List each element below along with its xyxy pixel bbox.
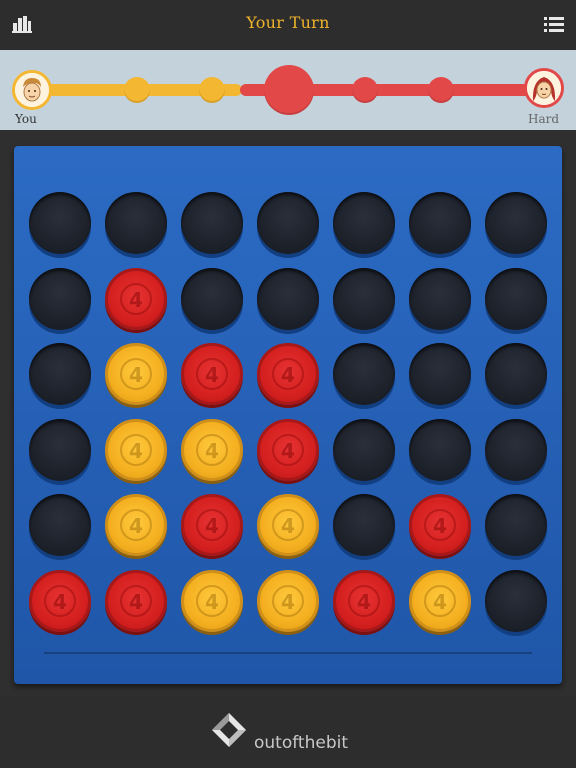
- board-slot-empty[interactable]: [181, 192, 243, 254]
- disc-4-icon: 4: [281, 363, 295, 387]
- board-slot-empty[interactable]: [485, 267, 547, 330]
- player-label-opponent: Hard: [528, 112, 560, 126]
- board-slot-empty[interactable]: [29, 343, 91, 405]
- player-label-you: You: [15, 112, 37, 126]
- disc-4-icon: 4: [129, 589, 143, 614]
- disc-yellow[interactable]: 4: [409, 569, 471, 632]
- disc-4-icon: 4: [281, 514, 295, 538]
- board-slot-empty[interactable]: [485, 418, 547, 481]
- disc-red[interactable]: 4: [257, 343, 319, 405]
- board-slot-empty[interactable]: [485, 569, 547, 632]
- disc-4-icon: 4: [281, 589, 295, 614]
- board-slot-empty[interactable]: [105, 192, 167, 254]
- disc-4-icon: 4: [129, 438, 143, 463]
- disc-4-icon: 4: [129, 514, 143, 538]
- disc-yellow[interactable]: 4: [181, 569, 243, 632]
- progress-node: [352, 77, 378, 103]
- disc-4-icon: 4: [433, 589, 447, 614]
- board-slot-empty[interactable]: [485, 192, 547, 254]
- board-slot-empty[interactable]: [409, 192, 471, 254]
- disc-4-icon: 4: [53, 589, 67, 614]
- brand-name: outofthebit: [254, 733, 349, 753]
- disc-red[interactable]: 4: [105, 569, 167, 632]
- boy-face-icon: [15, 73, 49, 107]
- board-slot-empty[interactable]: [257, 267, 319, 330]
- disc-4-icon: 4: [281, 438, 295, 463]
- disc-yellow[interactable]: 4: [181, 418, 243, 481]
- player-avatar-opponent: [524, 68, 564, 108]
- turn-title: Your Turn: [246, 13, 330, 32]
- board-slot-empty[interactable]: [409, 267, 471, 330]
- board-slot-empty[interactable]: [333, 343, 395, 405]
- disc-yellow[interactable]: 4: [105, 343, 167, 405]
- board-slot-empty[interactable]: [333, 494, 395, 556]
- disc-4-icon: 4: [129, 287, 143, 312]
- game-board[interactable]: 4 4 4 4 4 4 4 4 4 4 4 4 4 4 4 4 4: [14, 146, 562, 684]
- disc-yellow[interactable]: 4: [257, 494, 319, 556]
- board-divider: [44, 652, 532, 654]
- disc-red[interactable]: 4: [105, 267, 167, 330]
- disc-red[interactable]: 4: [257, 418, 319, 481]
- disc-yellow[interactable]: 4: [105, 418, 167, 481]
- progress-node: [124, 77, 150, 103]
- board-slot-empty[interactable]: [29, 418, 91, 481]
- disc-4-icon: 4: [205, 589, 219, 614]
- outofthebit-logo-icon: [210, 711, 248, 749]
- disc-4-icon: 4: [433, 514, 447, 538]
- board-slot-empty[interactable]: [333, 418, 395, 481]
- progress-current-node: [264, 65, 314, 115]
- board-slot-empty[interactable]: [257, 192, 319, 254]
- board-slot-empty[interactable]: [181, 267, 243, 330]
- disc-yellow[interactable]: 4: [105, 494, 167, 556]
- board-slot-empty[interactable]: [29, 267, 91, 330]
- board-slot-empty[interactable]: [485, 343, 547, 405]
- disc-4-icon: 4: [357, 589, 371, 614]
- board-slot-empty[interactable]: [409, 418, 471, 481]
- board-slot-empty[interactable]: [29, 192, 91, 254]
- disc-red[interactable]: 4: [409, 494, 471, 556]
- board-slot-empty[interactable]: [29, 494, 91, 556]
- board-slot-empty[interactable]: [333, 267, 395, 330]
- disc-4-icon: 4: [205, 438, 219, 463]
- disc-red[interactable]: 4: [29, 569, 91, 632]
- disc-yellow[interactable]: 4: [257, 569, 319, 632]
- player-avatar-you: [12, 70, 52, 110]
- disc-4-icon: 4: [129, 363, 143, 387]
- board-slot-empty[interactable]: [409, 343, 471, 405]
- disc-4-icon: 4: [205, 363, 219, 387]
- progress-node: [428, 77, 454, 103]
- disc-red[interactable]: 4: [181, 343, 243, 405]
- footer-bar: [0, 696, 576, 768]
- disc-4-icon: 4: [205, 514, 219, 538]
- disc-red[interactable]: 4: [333, 569, 395, 632]
- progress-node: [199, 77, 225, 103]
- menu-icon[interactable]: [544, 14, 564, 34]
- board-slot-empty[interactable]: [485, 494, 547, 556]
- board-slot-empty[interactable]: [333, 192, 395, 254]
- disc-red[interactable]: 4: [181, 494, 243, 556]
- girl-face-icon: [527, 71, 561, 105]
